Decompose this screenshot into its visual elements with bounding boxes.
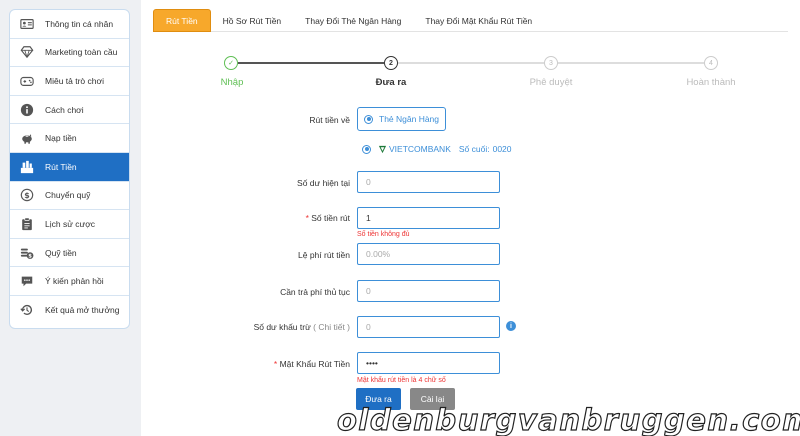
fee-rate-field[interactable]: 0.00% (357, 243, 500, 265)
password-value: •••• (366, 358, 378, 368)
info-icon (19, 102, 35, 118)
sidebar-item-label: Lịch sử cược (45, 218, 96, 229)
amount-error: Số tiền không đủ (357, 231, 410, 238)
amount-value: 1 (366, 213, 371, 223)
last-digits-value: 0020 (492, 144, 512, 154)
tab-withdraw[interactable]: Rút Tiền (153, 9, 211, 32)
bank-name: VIETCOMBANK (389, 144, 451, 154)
last-digits-label: Số cuối: (458, 144, 490, 154)
progress-stepper: ✓ 2 3 4 (224, 56, 718, 70)
required-mark: * (305, 213, 309, 223)
tab-withdraw-history[interactable]: Hồ Sơ Rút Tiền (211, 9, 294, 32)
deduct-label-text: Số dư khấu trừ (253, 322, 311, 332)
coins-icon: $ (19, 245, 35, 261)
fee-field[interactable]: 0 (357, 280, 500, 302)
bank-card-radio[interactable]: Thẻ Ngân Hàng (357, 107, 446, 131)
sidebar-item-label: Kết quả mở thưởng (45, 305, 120, 316)
step-1-label: Nhập (220, 77, 244, 88)
bank-account-option[interactable]: VIETCOMBANK Số cuối: 0020 (362, 144, 512, 154)
deduct-field[interactable]: 0 (357, 316, 500, 338)
step-2-circle: 2 (384, 56, 398, 70)
password-label-text: Mật Khẩu Rút Tiền (279, 359, 350, 369)
watermark: oldenburgvanbruggen.com (336, 402, 800, 436)
step-1-circle: ✓ (224, 56, 238, 70)
step-connector (558, 62, 704, 64)
tab-change-withdraw-password[interactable]: Thay Đổi Mật Khẩu Rút Tiền (413, 9, 544, 32)
sidebar-item-bet-history[interactable]: Lịch sử cược (10, 210, 129, 239)
password-label: * Mật Khẩu Rút Tiền (274, 359, 350, 369)
info-icon[interactable]: i (506, 321, 516, 331)
sidebar-item-how-to-play[interactable]: Cách chơi (10, 96, 129, 125)
sidebar-item-label: Rút Tiền (45, 161, 77, 172)
sidebar-item-label: Ý kiến phản hồi (45, 276, 104, 287)
sidebar-item-label: Quỹ tiền (45, 247, 77, 258)
fee-rate-label: Lệ phí rút tiền (298, 250, 350, 260)
piggy-bank-icon (19, 130, 35, 146)
password-input[interactable]: •••• (357, 352, 500, 374)
step-3-circle: 3 (544, 56, 558, 70)
fee-label: Cần trả phí thủ tục (280, 287, 350, 297)
withdraw-panel: Rút Tiền Hồ Sơ Rút Tiền Thay Đổi Thẻ Ngâ… (141, 0, 800, 436)
sidebar-item-label: Cách chơi (45, 104, 84, 115)
dollar-circle-icon: $ (19, 187, 35, 203)
gamepad-icon (19, 73, 35, 89)
sidebar-item-withdraw[interactable]: Rút Tiền (10, 152, 129, 182)
tab-bar: Rút Tiền Hồ Sơ Rút Tiền Thay Đổi Thẻ Ngâ… (153, 9, 788, 32)
clipboard-icon (19, 216, 35, 232)
step-connector (398, 62, 544, 64)
deduct-detail-link[interactable]: ( Chi tiết ) (313, 322, 350, 332)
step-connector (238, 62, 384, 64)
amount-input[interactable]: 1 (357, 207, 500, 229)
step-2-label: Đưa ra (375, 77, 407, 88)
vietcombank-logo-icon (378, 145, 387, 153)
sidebar-item-marketing[interactable]: Marketing toàn cầu (10, 39, 129, 68)
fee-placeholder: 0 (366, 286, 371, 296)
sidebar-item-label: Miêu tả trò chơi (45, 75, 104, 86)
sidebar-item-fund[interactable]: $ Quỹ tiền (10, 239, 129, 268)
required-mark: * (273, 359, 278, 369)
deduct-label: Số dư khấu trừ ( Chi tiết ) (254, 322, 350, 332)
fee-rate-placeholder: 0.00% (366, 249, 391, 259)
svg-text:$: $ (24, 191, 29, 200)
bank-card-option-label: Thẻ Ngân Hàng (379, 114, 440, 124)
sidebar-item-results[interactable]: Kết quả mở thưởng (10, 296, 129, 325)
sidebar-item-deposit[interactable]: Nạp tiền (10, 124, 129, 153)
deduct-placeholder: 0 (366, 322, 371, 332)
balance-field[interactable]: 0 (357, 171, 500, 193)
radio-dot (362, 144, 371, 154)
svg-text:$: $ (28, 253, 32, 259)
step-4-circle: 4 (704, 56, 718, 70)
sidebar-item-transfer[interactable]: $ Chuyển quỹ (10, 182, 129, 211)
withdraw-to-label: Rút tiền về (309, 115, 350, 125)
password-error: Mật khẩu rút tiền là 4 chữ số (357, 377, 446, 384)
step-4-label: Hoàn thành (686, 77, 736, 88)
sidebar-item-profile[interactable]: Thông tin cá nhân (10, 10, 129, 39)
radio-dot (364, 114, 373, 124)
sidebar-item-label: Marketing toàn cầu (45, 47, 118, 58)
sidebar-item-game-description[interactable]: Miêu tả trò chơi (10, 67, 129, 96)
history-icon (19, 302, 35, 318)
amount-label-text: Số tiền rút (311, 213, 350, 223)
tab-change-bank-card[interactable]: Thay Đổi Thẻ Ngân Hàng (293, 9, 413, 32)
sidebar-item-feedback[interactable]: Ý kiến phản hồi (10, 267, 129, 296)
withdraw-icon (19, 159, 35, 175)
amount-label: * Số tiền rút (306, 213, 350, 223)
balance-placeholder: 0 (366, 177, 371, 187)
sidebar-item-label: Chuyển quỹ (45, 190, 91, 201)
sidebar-item-label: Nạp tiền (45, 133, 77, 144)
chat-bubble-icon (19, 273, 35, 289)
sidebar: Thông tin cá nhân Marketing toàn cầu Miê… (9, 9, 130, 329)
id-card-icon (19, 16, 35, 32)
sidebar-item-label: Thông tin cá nhân (45, 18, 114, 29)
diamond-icon (19, 44, 35, 60)
balance-label: Số dư hiện tại (297, 178, 350, 188)
step-3-label: Phê duyệt (529, 77, 573, 88)
